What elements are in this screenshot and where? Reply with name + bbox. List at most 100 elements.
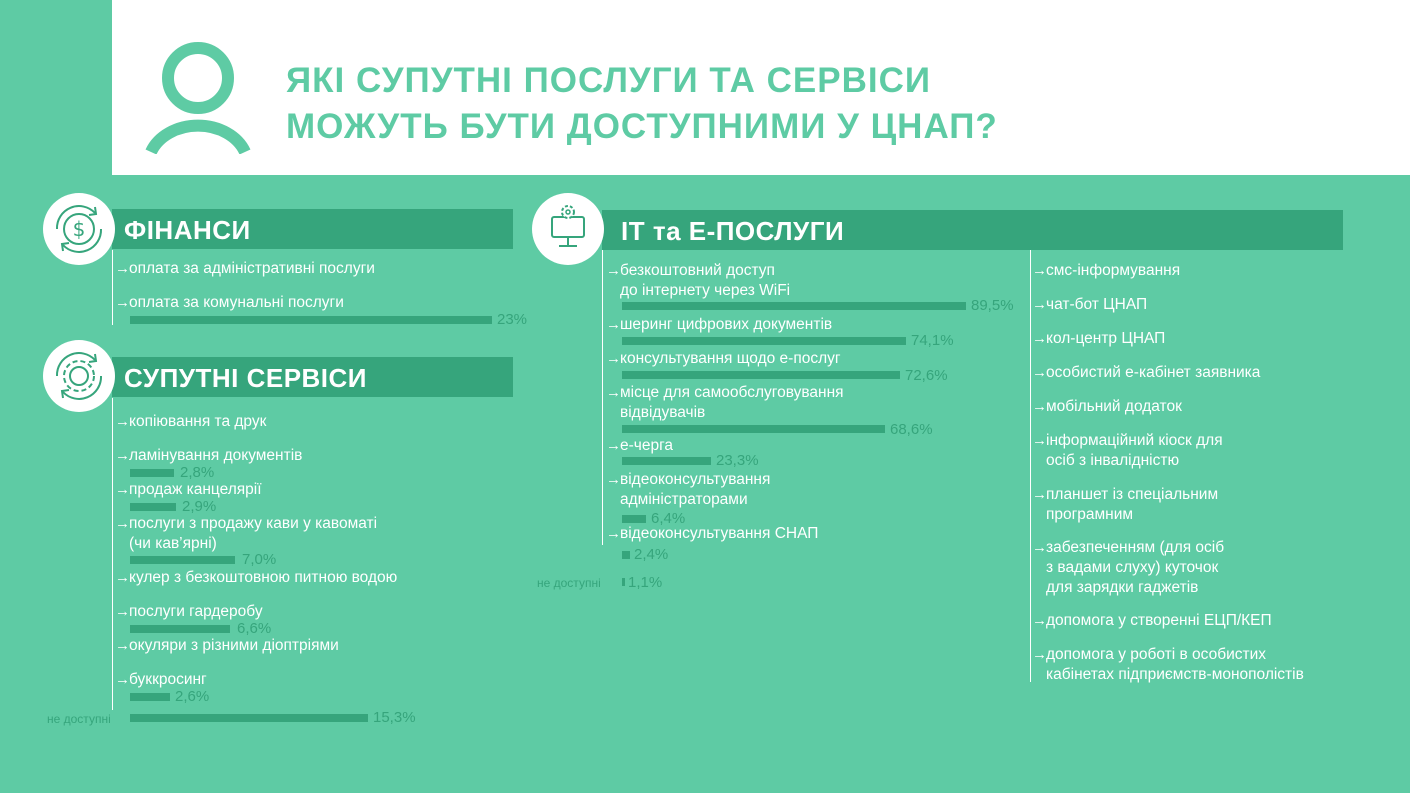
services-title: СУПУТНІ СЕРВІСИ: [124, 363, 367, 393]
arrow-icon: →: [606, 525, 621, 542]
it-right-item: допомога у роботі в особистих кабінетах …: [1046, 645, 1304, 685]
it-bar: [622, 515, 646, 523]
arrow-icon: →: [115, 481, 130, 498]
it-pct: 2,4%: [634, 546, 669, 563]
it-title: ІТ та Е-ПОСЛУГИ: [621, 216, 845, 246]
services-item-line: послуги з продажу кави у кавоматі: [129, 515, 378, 532]
it-right-item: смс-інформування: [1046, 262, 1181, 279]
it-item: е-черга: [620, 437, 674, 454]
it-right-item-line: інформаційний кіоск для: [1046, 432, 1223, 449]
title-line-2: МОЖУТЬ БУТИ ДОСТУПНИМИ У ЦНАП?: [286, 107, 998, 146]
it-item: відеоконсультування адміністраторами: [620, 470, 770, 510]
services-bar: [130, 693, 170, 701]
it-pct: 68,6%: [890, 421, 933, 438]
it-right-item-line: забезпеченням (для осіб: [1046, 539, 1225, 556]
services-na-pct: 15,3%: [373, 709, 416, 726]
arrow-icon: →: [115, 294, 130, 311]
services-item: кулер з безкоштовною питною водою: [129, 569, 398, 586]
finance-pct: 23%: [497, 311, 528, 328]
it-right-item-line: для зарядки гаджетів: [1046, 579, 1199, 596]
it-bar: [622, 302, 966, 310]
computer-gear-icon: [532, 193, 604, 265]
it-vertical-line: [602, 250, 603, 545]
it-right-item-line: з вадами слуху) куточок: [1046, 559, 1219, 576]
arrow-icon: →: [1032, 432, 1047, 449]
arrow-icon: →: [115, 447, 130, 464]
page-title: ЯКІ СУПУТНІ ПОСЛУГИ ТА СЕРВІСИ МОЖУТЬ БУ…: [286, 58, 998, 150]
person-icon: [145, 40, 251, 159]
it-bar: [622, 551, 630, 559]
arrow-icon: →: [1032, 486, 1047, 503]
services-bar: [130, 469, 174, 477]
arrow-icon: →: [1032, 646, 1047, 663]
it-item-line: безкоштовний доступ: [620, 262, 775, 279]
arrow-icon: →: [115, 637, 130, 654]
gear-cycle-icon: [43, 340, 115, 412]
it-right-item: допомога у створенні ЕЦП/КЕП: [1046, 612, 1272, 629]
services-na-label: не доступні: [47, 712, 111, 726]
arrow-icon: →: [1032, 330, 1047, 347]
arrow-icon: →: [115, 603, 130, 620]
it-pct: 89,5%: [971, 297, 1014, 314]
arrow-icon: →: [1032, 539, 1047, 556]
services-item: ламінування документів: [129, 447, 303, 464]
arrow-icon: →: [115, 569, 130, 586]
arrow-icon: →: [1032, 296, 1047, 313]
arrow-icon: →: [115, 413, 130, 430]
it-pct: 23,3%: [716, 452, 759, 469]
it-right-item: забезпеченням (для осіб з вадами слуху) …: [1046, 538, 1224, 598]
finance-item: оплата за адміністративні послуги: [129, 260, 375, 277]
arrow-icon: →: [1032, 398, 1047, 415]
it-right-item-line: осіб з інвалідністю: [1046, 452, 1180, 469]
services-item: копіювання та друк: [129, 413, 267, 430]
it-right-item-line: кабінетах підприємств-монополістів: [1046, 666, 1304, 683]
it-right-item: кол-центр ЦНАП: [1046, 330, 1166, 347]
header-left-strip: [0, 0, 112, 175]
it-na-label: не доступні: [537, 576, 601, 590]
arrow-icon: →: [1032, 262, 1047, 279]
arrow-icon: →: [115, 260, 130, 277]
finance-title: ФІНАНСИ: [124, 215, 251, 245]
it-item-line: відвідувачів: [620, 404, 706, 421]
it-right-item: чат-бот ЦНАП: [1046, 296, 1148, 313]
finance-bar: [130, 316, 492, 324]
it-right-item-line: планшет із спеціальним: [1046, 486, 1219, 503]
arrow-icon: →: [115, 671, 130, 688]
services-bar: [130, 625, 230, 633]
arrow-icon: →: [606, 471, 621, 488]
services-pct: 2,6%: [175, 688, 210, 705]
services-bar: [130, 503, 176, 511]
services-vertical-line: [112, 398, 113, 710]
svg-text:$: $: [73, 217, 86, 241]
it-bar: [622, 425, 885, 433]
dollar-cycle-icon: $: [43, 193, 115, 265]
it-right-item-line: програмним: [1046, 506, 1134, 523]
arrow-icon: →: [1032, 364, 1047, 381]
it-item: місце для самообслуговування відвідувачі…: [620, 383, 844, 423]
it-item-line: відеоконсультування: [620, 471, 771, 488]
arrow-icon: →: [606, 316, 621, 333]
title-line-1: ЯКІ СУПУТНІ ПОСЛУГИ ТА СЕРВІСИ: [286, 61, 931, 100]
it-item: безкоштовний доступ до інтернету через W…: [620, 261, 790, 301]
services-item: окуляри з різними діоптріями: [129, 637, 339, 654]
arrow-icon: →: [606, 350, 621, 367]
services-item: послуги гардеробу: [129, 603, 263, 620]
it-item-line: місце для самообслуговування: [620, 384, 844, 401]
services-item: буккросинг: [129, 671, 207, 688]
it-bar: [622, 337, 906, 345]
services-pct: 7,0%: [242, 551, 277, 568]
it-right-item: планшет із спеціальним програмним: [1046, 485, 1218, 525]
it-na-pct: 1,1%: [628, 574, 663, 591]
services-item: послуги з продажу кави у кавоматі (чи ка…: [129, 514, 377, 554]
it-right-item-line: допомога у роботі в особистих: [1046, 646, 1266, 663]
it-item-line: адміністраторами: [620, 491, 748, 508]
it-right-item: особистий е-кабінет заявника: [1046, 364, 1261, 381]
services-na-bar: [130, 714, 368, 722]
arrow-icon: →: [115, 515, 130, 532]
it-item: консультування щодо е-послуг: [620, 350, 841, 367]
services-item: продаж канцелярії: [129, 481, 262, 498]
it-item: відеоконсультування СНАП: [620, 525, 819, 542]
services-bar: [130, 556, 235, 564]
it-pct: 74,1%: [911, 332, 954, 349]
finance-vertical-line: [112, 250, 113, 325]
